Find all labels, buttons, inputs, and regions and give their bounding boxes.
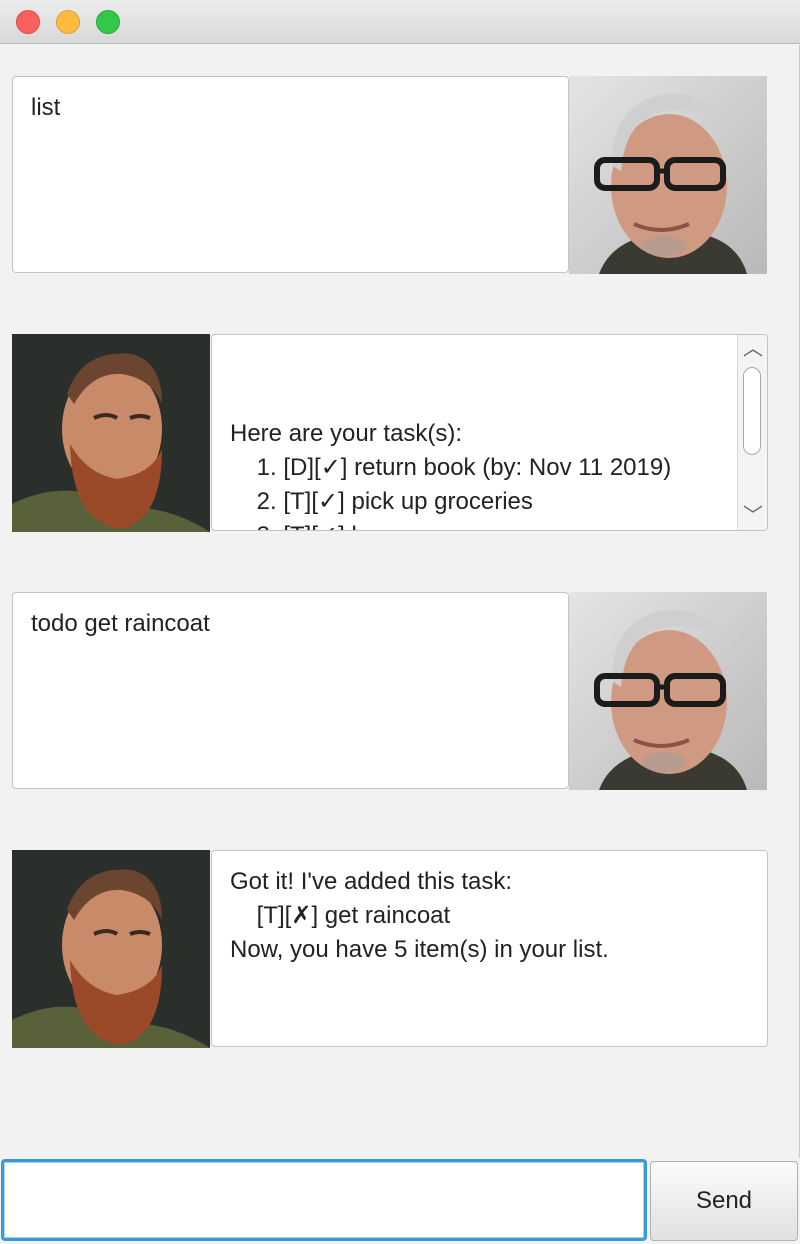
message-input[interactable] [1, 1159, 647, 1241]
title-bar [0, 0, 800, 44]
message-scrollbar[interactable]: ︿ ﹀ [737, 335, 767, 530]
bot-message-bubble: Got it! I've added this task: [T][✗] get… [211, 850, 768, 1047]
chevron-up-icon[interactable]: ︿ [738, 335, 767, 363]
user-message-bubble: todo get raincoat [12, 592, 569, 789]
user-avatar [569, 592, 767, 790]
user-message-bubble: list [12, 76, 569, 273]
scrollbar-thumb[interactable] [743, 367, 761, 455]
bot-message-bubble[interactable]: Here are your task(s): 1. [D][✓] return … [211, 334, 768, 531]
close-window-button[interactable] [16, 10, 40, 34]
bot-avatar [12, 334, 210, 532]
bot-avatar [12, 850, 210, 1048]
user-avatar [569, 76, 767, 274]
chevron-down-icon[interactable]: ﹀ [738, 502, 767, 530]
dialog-container[interactable]: list Here are your task(s): 1. [D][✓] re… [0, 45, 800, 1158]
maximize-window-button[interactable] [96, 10, 120, 34]
send-button[interactable]: Send [650, 1161, 798, 1241]
bot-message-text: Here are your task(s): 1. [D][✓] return … [230, 420, 672, 530]
input-bar: Send [0, 1158, 800, 1244]
minimize-window-button[interactable] [56, 10, 80, 34]
